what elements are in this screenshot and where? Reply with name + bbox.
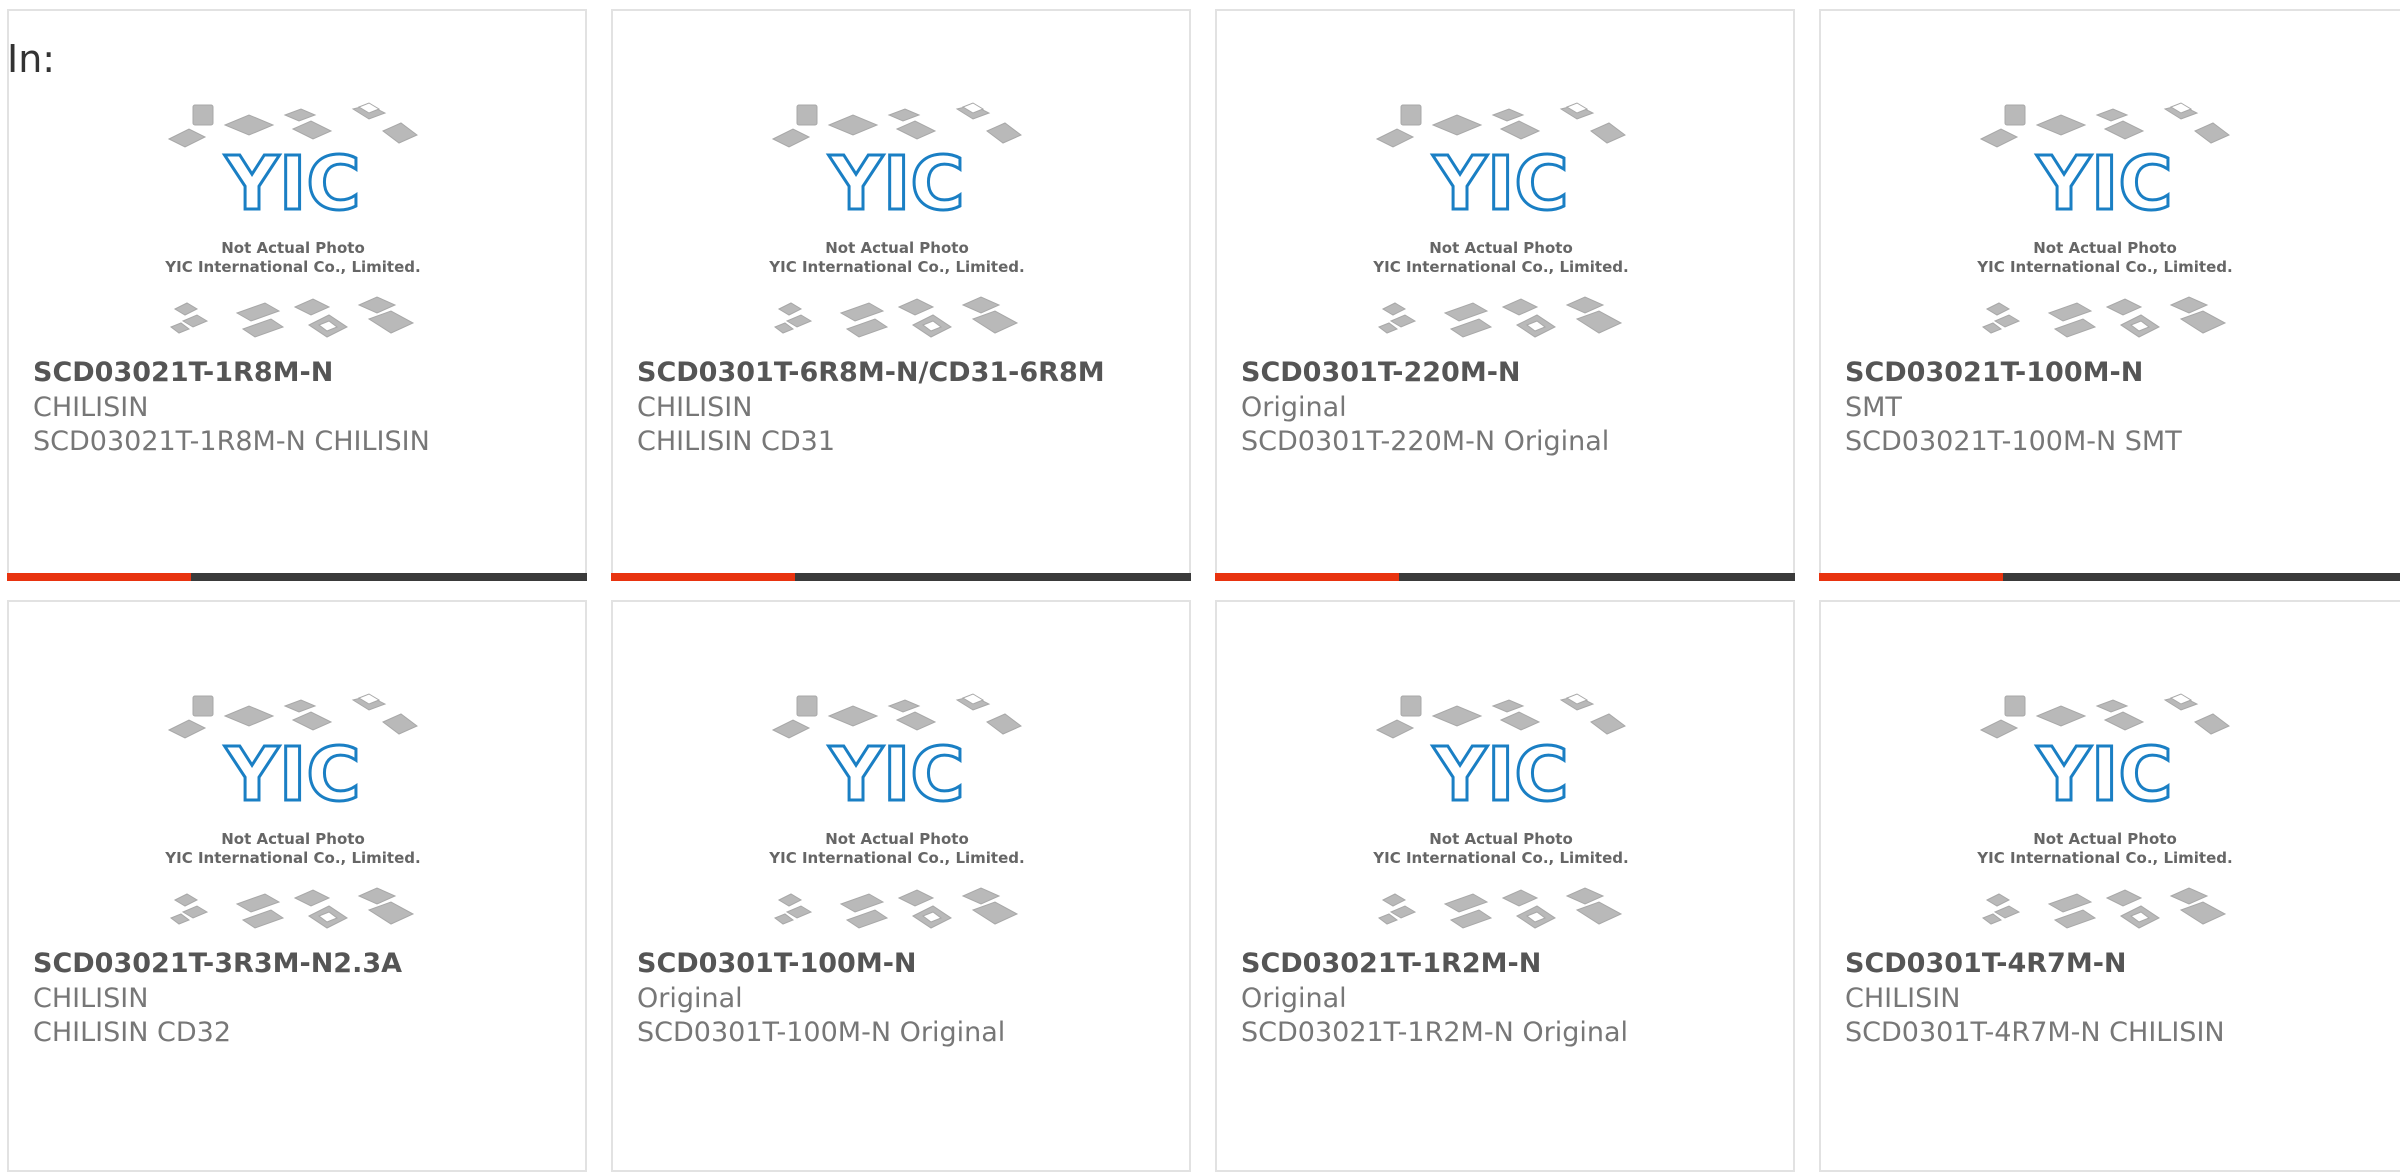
- yic-logo: YIC: [224, 732, 360, 818]
- product-part-number[interactable]: SCD03021T-1R8M-N: [33, 356, 333, 390]
- product-grid: YIC Not Actual Photo YIC International C…: [7, 9, 2400, 1172]
- card-progress-accent: [1819, 573, 2003, 581]
- not-actual-photo-placeholder-image: YIC Not Actual Photo YIC International C…: [1372, 693, 1629, 929]
- product-manufacturer: SMT: [1845, 392, 1902, 423]
- product-card[interactable]: YIC Not Actual Photo YIC International C…: [7, 600, 587, 1172]
- product-manufacturer: Original: [1241, 392, 1347, 423]
- product-manufacturer: CHILISIN: [33, 983, 149, 1014]
- product-description: SCD03021T-1R2M-N Original: [1241, 1017, 1629, 1048]
- chip-icons-bottom: [773, 887, 1019, 929]
- placeholder-caption-1: Not Actual Photo: [221, 830, 365, 848]
- product-description: SCD0301T-4R7M-N CHILISIN: [1845, 1017, 2225, 1048]
- product-card[interactable]: YIC Not Actual Photo YIC International C…: [611, 600, 1191, 1172]
- not-actual-photo-placeholder-image: YIC Not Actual Photo YIC International C…: [768, 102, 1025, 338]
- product-part-number[interactable]: SCD03021T-3R3M-N2.3A: [33, 947, 402, 981]
- card-progress-bar: [7, 573, 587, 581]
- placeholder-caption-1: Not Actual Photo: [1429, 830, 1573, 848]
- product-part-number[interactable]: SCD0301T-220M-N: [1241, 356, 1521, 390]
- chip-icons-bottom: [1981, 296, 2227, 338]
- card-progress-accent: [7, 573, 191, 581]
- product-description: CHILISIN CD31: [637, 426, 836, 457]
- yic-logo: YIC: [2036, 732, 2172, 818]
- card-progress-bar: [1819, 573, 2400, 581]
- yic-logo: YIC: [2036, 141, 2172, 227]
- placeholder-caption-2: YIC International Co., Limited.: [768, 258, 1024, 276]
- product-part-number[interactable]: SCD0301T-4R7M-N: [1845, 947, 2127, 981]
- product-manufacturer: Original: [637, 983, 743, 1014]
- product-description: SCD03021T-100M-N SMT: [1845, 426, 2182, 457]
- placeholder-caption-1: Not Actual Photo: [221, 239, 365, 257]
- yic-logo: YIC: [828, 732, 964, 818]
- yic-logo: YIC: [1432, 732, 1568, 818]
- product-manufacturer: Original: [1241, 983, 1347, 1014]
- not-actual-photo-placeholder-image: YIC Not Actual Photo YIC International C…: [768, 693, 1025, 929]
- placeholder-caption-2: YIC International Co., Limited.: [1372, 849, 1628, 867]
- chip-icons-bottom: [169, 296, 415, 338]
- placeholder-caption-1: Not Actual Photo: [2033, 239, 2177, 257]
- placeholder-caption-2: YIC International Co., Limited.: [164, 258, 420, 276]
- placeholder-caption-2: YIC International Co., Limited.: [1976, 849, 2232, 867]
- card-progress-accent: [1215, 573, 1399, 581]
- product-description: CHILISIN CD32: [33, 1017, 232, 1048]
- placeholder-caption-2: YIC International Co., Limited.: [768, 849, 1024, 867]
- card-progress-bar: [611, 573, 1191, 581]
- product-description: SCD03021T-1R8M-N CHILISIN: [33, 426, 430, 457]
- chip-icons-bottom: [1377, 887, 1623, 929]
- placeholder-caption-2: YIC International Co., Limited.: [164, 849, 420, 867]
- yic-logo: YIC: [224, 141, 360, 227]
- placeholder-caption-1: Not Actual Photo: [825, 239, 969, 257]
- placeholder-caption-1: Not Actual Photo: [825, 830, 969, 848]
- chip-icons-bottom: [773, 296, 1019, 338]
- filter-prefix-label: In:: [7, 37, 56, 81]
- chip-icons-bottom: [169, 887, 415, 929]
- not-actual-photo-placeholder-image: YIC Not Actual Photo YIC International C…: [1372, 102, 1629, 338]
- product-card[interactable]: YIC Not Actual Photo YIC International C…: [1215, 9, 1795, 581]
- chip-icons-bottom: [1981, 887, 2227, 929]
- placeholder-caption-2: YIC International Co., Limited.: [1372, 258, 1628, 276]
- product-card[interactable]: YIC Not Actual Photo YIC International C…: [1215, 600, 1795, 1172]
- yic-logo: YIC: [1432, 141, 1568, 227]
- product-part-number[interactable]: SCD03021T-100M-N: [1845, 356, 2143, 390]
- product-description: SCD0301T-220M-N Original: [1241, 426, 1610, 457]
- card-progress-bar: [1215, 573, 1795, 581]
- card-progress-accent: [611, 573, 795, 581]
- product-card[interactable]: YIC Not Actual Photo YIC International C…: [1819, 9, 2400, 581]
- product-card[interactable]: YIC Not Actual Photo YIC International C…: [611, 9, 1191, 581]
- yic-logo: YIC: [828, 141, 964, 227]
- placeholder-caption-1: Not Actual Photo: [1429, 239, 1573, 257]
- product-manufacturer: CHILISIN: [1845, 983, 1961, 1014]
- chip-icons-bottom: [1377, 296, 1623, 338]
- product-part-number[interactable]: SCD0301T-6R8M-N/CD31-6R8M: [637, 356, 1105, 390]
- placeholder-caption-1: Not Actual Photo: [2033, 830, 2177, 848]
- product-card[interactable]: YIC Not Actual Photo YIC International C…: [7, 9, 587, 581]
- product-manufacturer: CHILISIN: [33, 392, 149, 423]
- not-actual-photo-placeholder-image: YIC Not Actual Photo YIC International C…: [164, 102, 421, 338]
- not-actual-photo-placeholder-image: YIC Not Actual Photo YIC International C…: [164, 693, 421, 929]
- not-actual-photo-placeholder-image: YIC Not Actual Photo YIC International C…: [1976, 693, 2233, 929]
- placeholder-caption-2: YIC International Co., Limited.: [1976, 258, 2232, 276]
- product-part-number[interactable]: SCD0301T-100M-N: [637, 947, 917, 981]
- product-manufacturer: CHILISIN: [637, 392, 753, 423]
- not-actual-photo-placeholder-image: YIC Not Actual Photo YIC International C…: [1976, 102, 2233, 338]
- product-part-number[interactable]: SCD03021T-1R2M-N: [1241, 947, 1541, 981]
- product-description: SCD0301T-100M-N Original: [637, 1017, 1006, 1048]
- product-card[interactable]: YIC Not Actual Photo YIC International C…: [1819, 600, 2400, 1172]
